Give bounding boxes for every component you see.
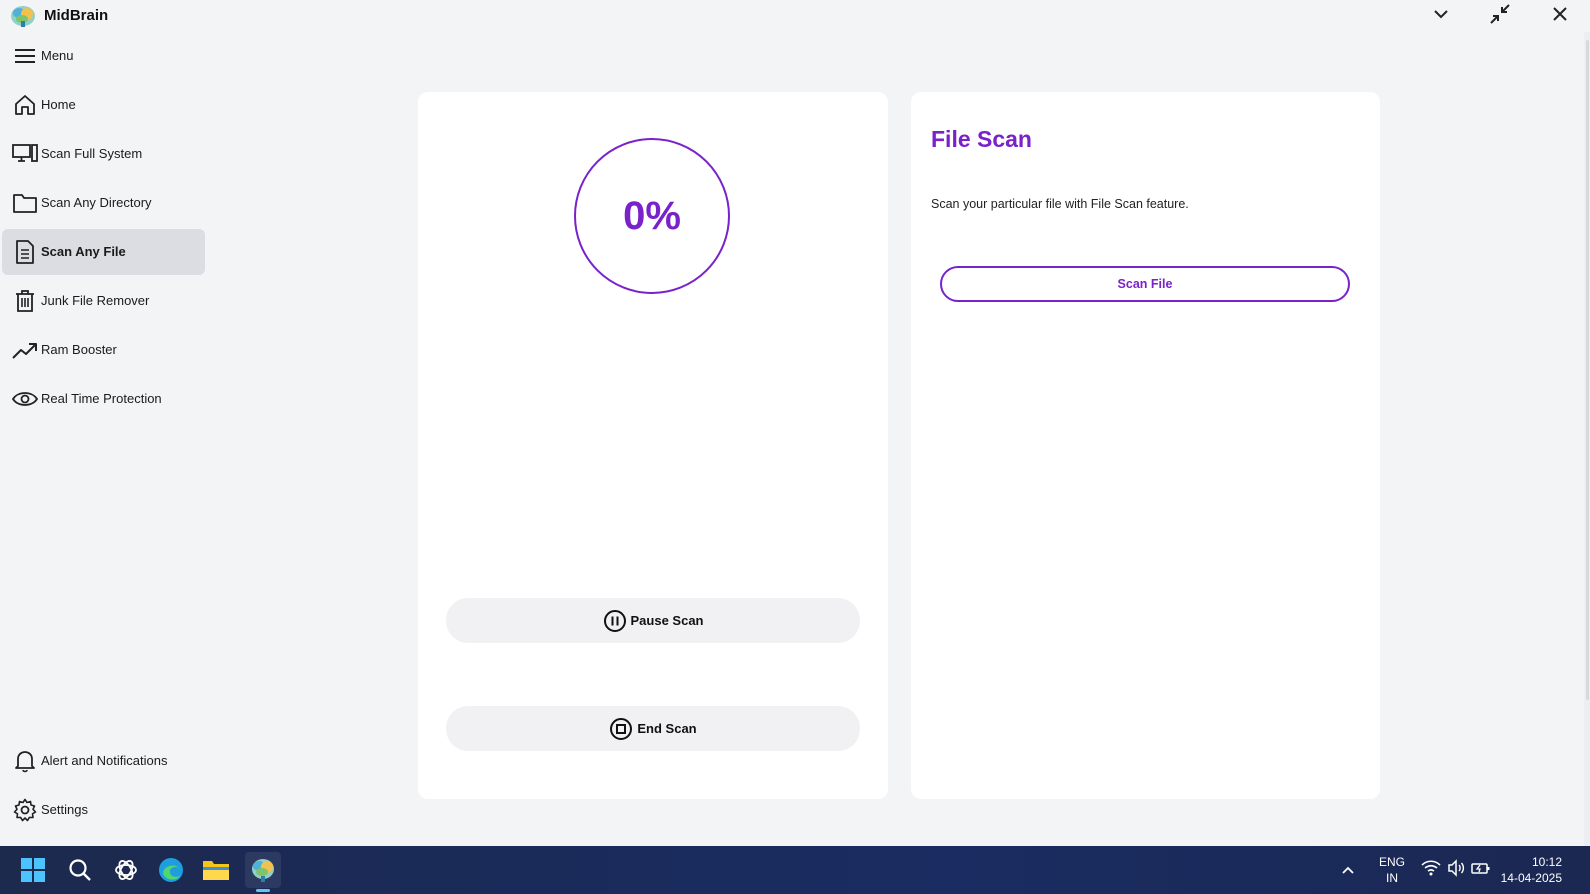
sidebar-item-scan-full-system[interactable]: Scan Full System: [2, 131, 205, 177]
computer-icon: [12, 142, 38, 166]
sidebar-item-real-time-protection[interactable]: Real Time Protection: [2, 376, 205, 422]
trash-icon: [12, 289, 38, 313]
progress-percentage: 0%: [623, 193, 681, 238]
sidebar-item-label: Scan Full System: [41, 146, 143, 161]
gear-icon: [12, 798, 38, 822]
end-scan-label: End Scan: [637, 721, 697, 736]
sidebar-item-junk-file-remover[interactable]: Junk File Remover: [2, 278, 205, 324]
trend-up-icon: [12, 338, 38, 362]
active-app-indicator: [256, 889, 270, 892]
volume-icon: [1447, 858, 1465, 882]
sidebar-item-scan-any-directory[interactable]: Scan Any Directory: [2, 180, 205, 226]
system-tray[interactable]: [1418, 852, 1494, 888]
file-icon: [12, 240, 38, 264]
title-bar: MidBrain: [0, 0, 1590, 32]
sidebar-item-settings[interactable]: Settings: [2, 787, 205, 833]
language-region: IN: [1386, 871, 1398, 885]
eye-icon: [12, 387, 38, 411]
app-title: MidBrain: [44, 7, 109, 24]
sidebar-item-label: Scan Any File: [41, 244, 126, 259]
close-icon: [1551, 5, 1569, 28]
file-scan-card: File Scan Scan your particular file with…: [911, 92, 1380, 799]
sidebar-item-ram-booster[interactable]: Ram Booster: [2, 327, 205, 373]
pause-icon: [603, 609, 627, 633]
bell-icon: [12, 749, 38, 773]
scan-progress-card: 0% Pause Scan End Scan: [418, 92, 888, 799]
pause-scan-button[interactable]: Pause Scan: [446, 598, 860, 643]
clock[interactable]: 10:12 14-04-2025: [1494, 854, 1574, 886]
battery-icon: [1471, 859, 1491, 882]
end-scan-button[interactable]: End Scan: [446, 706, 860, 751]
sidebar-item-label: Scan Any Directory: [41, 195, 152, 210]
sidebar-item-menu[interactable]: Menu: [2, 33, 205, 79]
search-icon[interactable]: [62, 852, 98, 888]
progress-ring: 0%: [574, 138, 730, 294]
brain-logo-icon: [10, 5, 36, 27]
sidebar: Menu Home Scan Full System Scan Any Dire…: [0, 32, 206, 846]
sidebar-item-label: Alert and Notifications: [41, 753, 168, 768]
midbrain-icon[interactable]: [245, 852, 281, 888]
sidebar-item-alert-and-notifications[interactable]: Alert and Notifications: [2, 738, 205, 784]
sidebar-item-label: Real Time Protection: [41, 391, 162, 406]
sidebar-item-label: Ram Booster: [41, 342, 117, 357]
clock-date: 14-04-2025: [1500, 871, 1562, 885]
chevron-down-icon: [1432, 5, 1450, 28]
sidebar-item-scan-any-file[interactable]: Scan Any File: [2, 229, 205, 275]
windows-start-icon[interactable]: [15, 852, 51, 888]
language-indicator[interactable]: ENG IN: [1374, 854, 1410, 886]
sidebar-item-home[interactable]: Home: [2, 82, 205, 128]
clock-time: 10:12: [1531, 855, 1562, 869]
minimize-arrows-icon: [1488, 2, 1512, 31]
sidebar-item-label: Settings: [41, 802, 88, 817]
scrollbar-thumb[interactable]: [1586, 40, 1589, 700]
edge-icon[interactable]: [153, 852, 189, 888]
home-icon: [12, 93, 38, 117]
language-code: ENG: [1378, 855, 1405, 869]
vertical-scrollbar[interactable]: [1584, 32, 1590, 846]
close-button[interactable]: [1546, 4, 1574, 28]
file-explorer-icon[interactable]: [198, 852, 234, 888]
sidebar-item-label: Junk File Remover: [41, 293, 150, 308]
hamburger-icon: [12, 44, 38, 68]
taskbar: ENG IN 10:12 14-04-2025: [0, 846, 1590, 894]
stop-icon: [609, 717, 633, 741]
collapse-button[interactable]: [1427, 4, 1455, 28]
pause-scan-label: Pause Scan: [630, 613, 704, 628]
scan-file-button[interactable]: Scan File: [940, 266, 1350, 302]
folder-icon: [12, 191, 38, 215]
restore-button[interactable]: [1486, 2, 1514, 31]
wifi-icon: [1421, 859, 1441, 882]
sidebar-item-label: Home: [41, 97, 76, 112]
file-scan-description: Scan your particular file with File Scan…: [931, 197, 1189, 211]
chatgpt-icon[interactable]: [108, 852, 144, 888]
chevron-up-icon[interactable]: [1334, 852, 1362, 888]
sidebar-item-label: Menu: [41, 48, 74, 63]
file-scan-title: File Scan: [931, 126, 1032, 152]
